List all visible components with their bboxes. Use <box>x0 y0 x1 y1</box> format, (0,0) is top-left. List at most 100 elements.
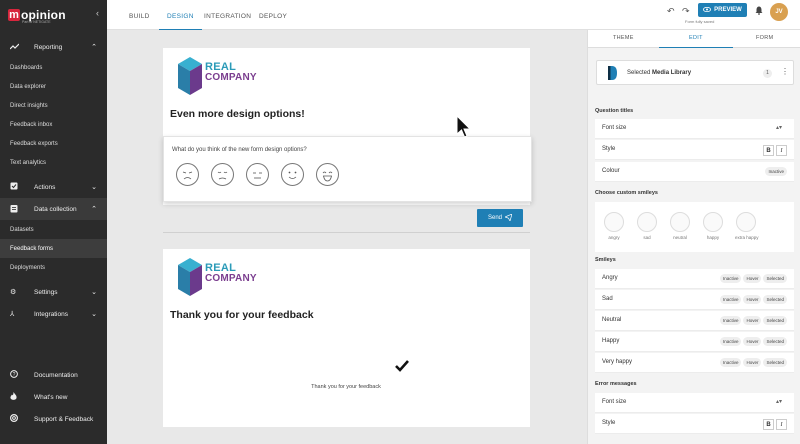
nav-item-feedback-inbox[interactable]: Feedback inbox <box>0 115 107 134</box>
custom-smileys-picker: angry sad neutral happy extra happy <box>595 202 794 252</box>
state-hover-pill[interactable]: Hover <box>743 316 762 325</box>
font-size-stepper[interactable]: ▴▾ <box>776 124 782 131</box>
trend-chart-icon <box>9 43 20 52</box>
state-selected-pill[interactable]: Selected <box>763 358 787 367</box>
nav-item-feedback-exports[interactable]: Feedback exports <box>0 134 107 153</box>
smiley-very-happy[interactable] <box>316 163 339 186</box>
smiley-row-label: Sad <box>602 296 613 302</box>
custom-smiley-angry[interactable]: angry <box>603 212 625 240</box>
custom-smiley-label: sad <box>643 235 651 240</box>
state-inactive-pill[interactable]: Inactive <box>719 358 742 367</box>
tab-edit[interactable]: EDIT <box>659 30 733 48</box>
smiley-neutral[interactable] <box>246 163 269 186</box>
colour-inactive-pill[interactable]: Inactive <box>765 167 787 176</box>
mopinion-logo[interactable]: m opinion Part of NETIGATE ‹ <box>0 0 107 30</box>
avatar[interactable]: JV <box>770 3 788 21</box>
bold-button[interactable]: B <box>763 145 774 156</box>
state-inactive-pill[interactable]: Inactive <box>719 316 742 325</box>
nav-item-direct-insights[interactable]: Direct insights <box>0 96 107 115</box>
custom-smiley-happy[interactable]: happy <box>702 212 724 240</box>
state-inactive-pill[interactable]: Inactive <box>719 337 742 346</box>
collapse-sidebar-icon[interactable]: ‹ <box>96 8 99 18</box>
preview-label: PREVIEW <box>714 7 742 13</box>
chevron-up-icon: ⌃ <box>91 206 97 213</box>
section-smileys: Smileys <box>595 257 616 263</box>
custom-smiley-sad[interactable]: sad <box>636 212 658 240</box>
nav-integrations[interactable]: ⅄ Integrations ⌄ <box>0 303 107 325</box>
tab-design[interactable]: DESIGN <box>159 0 202 30</box>
nav-item-data-explorer[interactable]: Data explorer <box>0 77 107 96</box>
tab-build[interactable]: BUILD <box>129 0 150 30</box>
state-selected-pill[interactable]: Selected <box>763 274 787 283</box>
tab-theme[interactable]: THEME <box>613 30 634 48</box>
smiley-happy[interactable] <box>281 163 304 186</box>
nav-item-dashboards[interactable]: Dashboards <box>0 58 107 77</box>
nav-support-feedback[interactable]: Support & Feedback <box>0 408 107 430</box>
italic-button[interactable]: I <box>776 419 787 430</box>
nav-actions[interactable]: Actions ⌄ <box>0 176 107 198</box>
checkbox-icon <box>10 182 20 192</box>
paper-plane-icon <box>504 212 513 223</box>
smiley-sad[interactable] <box>211 163 234 186</box>
question-font-size-row[interactable]: Font size ▴▾ <box>595 119 794 139</box>
thank-you-message: Thank you for your feedback <box>311 384 381 390</box>
state-selected-pill[interactable]: Selected <box>763 316 787 325</box>
smiley-angry[interactable] <box>176 163 199 186</box>
send-button[interactable]: Send <box>477 209 523 227</box>
nav-whats-new[interactable]: What's new <box>0 386 107 408</box>
bell-icon[interactable] <box>755 6 763 17</box>
chevron-down-icon: ⌄ <box>91 289 97 296</box>
nav-reporting-label: Reporting <box>34 43 63 51</box>
state-hover-pill[interactable]: Hover <box>743 274 762 283</box>
nav-item-deployments[interactable]: Deployments <box>0 258 107 277</box>
tab-form[interactable]: FORM <box>756 30 773 48</box>
sidebar: m opinion Part of NETIGATE ‹ Reporting ⌃… <box>0 0 107 444</box>
preview-button[interactable]: PREVIEW <box>698 3 747 17</box>
question-colour-row[interactable]: Colour Inactive <box>595 162 794 182</box>
custom-smiley-label: neutral <box>673 235 687 240</box>
state-hover-pill[interactable]: Hover <box>743 337 762 346</box>
selected-element-box[interactable]: Selected Media Library 1 ⋮ <box>596 60 794 85</box>
state-hover-pill[interactable]: Hover <box>743 295 762 304</box>
nav-documentation[interactable]: ? Documentation <box>0 364 107 386</box>
italic-button[interactable]: I <box>776 145 787 156</box>
section-question-titles: Question titles <box>595 108 634 114</box>
state-pills: Inactive Hover Selected <box>719 358 787 367</box>
state-selected-pill[interactable]: Selected <box>763 337 787 346</box>
nav-documentation-label: Documentation <box>34 371 78 379</box>
custom-smiley-neutral[interactable]: neutral <box>669 212 691 240</box>
more-vertical-icon[interactable]: ⋮ <box>781 67 789 76</box>
question-style-row: Style B I <box>595 140 794 160</box>
error-font-size-row[interactable]: Font size ▴▾ <box>595 393 794 413</box>
custom-smiley-extra-happy[interactable]: extra happy <box>735 212 759 240</box>
nav-item-datasets[interactable]: Datasets <box>0 220 107 239</box>
font-size-stepper[interactable]: ▴▾ <box>776 398 782 405</box>
chevron-down-icon: ⌄ <box>91 184 97 191</box>
question-block[interactable]: What do you think of the new form design… <box>163 136 532 202</box>
tab-deploy[interactable]: DEPLOY <box>259 0 287 30</box>
state-selected-pill[interactable]: Selected <box>763 295 787 304</box>
nav-reporting[interactable]: Reporting ⌃ <box>0 36 107 58</box>
form-canvas: REAL COMPANY Even more design options! W… <box>107 30 587 444</box>
real-company-logo: REAL COMPANY <box>178 258 268 300</box>
nav-settings-label: Settings <box>34 288 58 296</box>
nav-settings[interactable]: ⚙ Settings ⌄ <box>0 281 107 303</box>
nav-item-feedback-forms[interactable]: Feedback forms <box>0 239 107 258</box>
state-inactive-pill[interactable]: Inactive <box>719 274 742 283</box>
state-hover-pill[interactable]: Hover <box>743 358 762 367</box>
smiley-row-label: Very happy <box>602 359 633 365</box>
redo-icon[interactable]: ↷ <box>682 6 690 17</box>
tab-integration[interactable]: INTEGRATION <box>204 0 251 30</box>
page-divider <box>163 232 530 233</box>
nav-item-text-analytics[interactable]: Text analytics <box>0 153 107 172</box>
font-size-label: Font size <box>602 125 627 131</box>
custom-smiley-label: angry <box>608 235 620 240</box>
lifebuoy-icon <box>9 413 20 424</box>
nav-data-collection[interactable]: Data collection ⌃ <box>0 198 107 220</box>
bold-button[interactable]: B <box>763 419 774 430</box>
state-inactive-pill[interactable]: Inactive <box>719 295 742 304</box>
smiley-row-label: Happy <box>602 338 620 344</box>
style-label: Style <box>602 146 616 152</box>
flame-icon <box>10 391 20 403</box>
undo-icon[interactable]: ↶ <box>667 6 675 17</box>
